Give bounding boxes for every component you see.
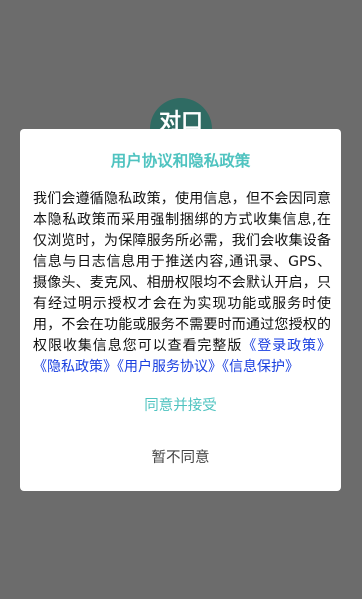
dialog-body: 我们会遵循隐私政策，使用信息，但不会因同意本隐私政策而采用强制捆绑的方式收集信息… — [33, 189, 331, 378]
privacy-consent-dialog: 用户协议和隐私政策 我们会遵循隐私政策，使用信息，但不会因同意本隐私政策而采用强… — [20, 129, 341, 491]
dialog-title: 用户协议和隐私政策 — [110, 152, 251, 170]
agree-button[interactable]: 同意并接受 — [20, 393, 341, 419]
info-protection-link[interactable]: 《信息保护》 — [222, 359, 299, 375]
disagree-button[interactable]: 暂不同意 — [20, 445, 341, 471]
privacy-policy-link[interactable]: 《隐私政策》 — [33, 359, 117, 375]
policy-description: 我们会遵循隐私政策，使用信息，但不会因同意本隐私政策而采用强制捆绑的方式收集信息… — [33, 191, 331, 354]
user-service-agreement-link[interactable]: 《用户服务协议》 — [117, 359, 222, 375]
login-policy-link[interactable]: 《登录政策》 — [242, 338, 331, 354]
